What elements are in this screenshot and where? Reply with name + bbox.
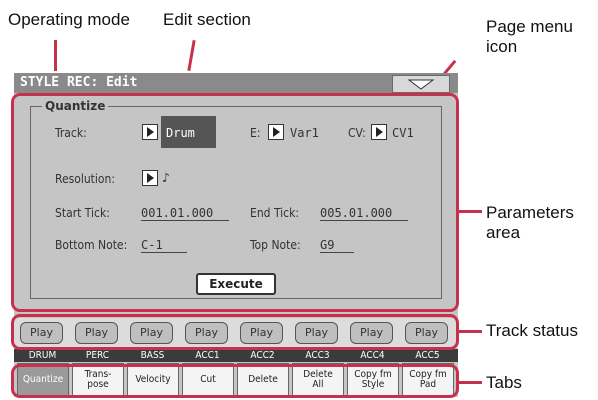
tabs-highlight <box>11 364 459 398</box>
track-name-acc5: ACC5 <box>415 350 440 361</box>
page-menu-icon <box>407 79 435 90</box>
track-name-acc1: ACC1 <box>195 350 220 361</box>
track-name-acc4: ACC4 <box>360 350 385 361</box>
callout-edit-section: Edit section <box>163 10 251 29</box>
callout-track-status: Track status <box>486 321 578 340</box>
track-name-acc3: ACC3 <box>305 350 330 361</box>
callout-line-operating-mode <box>54 40 57 71</box>
callout-tabs: Tabs <box>486 373 522 392</box>
callout-line-tabs <box>456 381 482 384</box>
callout-operating-mode: Operating mode <box>8 10 130 29</box>
callout-parameters-area: Parameters area <box>486 203 574 242</box>
callout-line-track-status <box>456 330 482 333</box>
page-title: STYLE REC: Edit <box>20 75 138 90</box>
track-status-highlight <box>11 314 459 350</box>
track-name-drum: DRUM <box>28 350 57 361</box>
parameters-area-highlight <box>11 93 459 312</box>
track-name-bass: BASS <box>140 350 165 361</box>
callout-line-edit-section <box>187 39 196 72</box>
callout-line-parameters <box>456 210 482 213</box>
page-menu-button[interactable] <box>392 75 450 93</box>
track-name-acc2: ACC2 <box>250 350 275 361</box>
track-name-perc: PERC <box>85 350 110 361</box>
callout-page-menu: Page menu icon <box>486 17 573 56</box>
